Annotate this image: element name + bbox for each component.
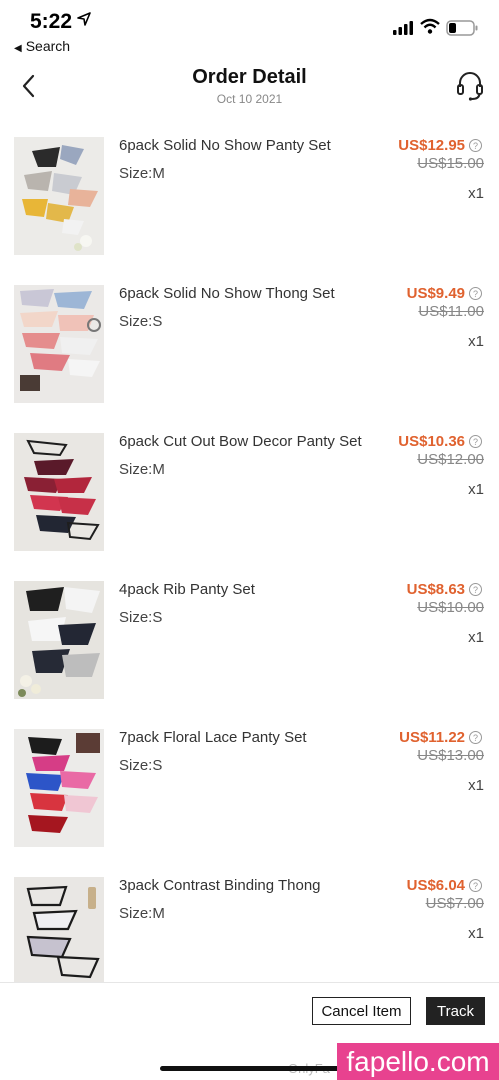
quantity: x1 xyxy=(468,925,484,942)
back-app-label: Search xyxy=(25,38,71,54)
product-name[interactable]: 3pack Contrast Binding Thong xyxy=(119,877,321,894)
location-arrow-icon xyxy=(77,12,91,26)
bottom-action-bar: Cancel Item Track OnlyFa fapello.com xyxy=(0,982,499,1080)
list-item[interactable]: 6pack Solid No Show Thong Set Size:S US$… xyxy=(0,285,499,433)
clock-time: 5:22 xyxy=(30,10,73,33)
list-item[interactable]: 6pack Solid No Show Panty Set Size:M US$… xyxy=(0,137,499,285)
price-line: US$9.49 ? xyxy=(407,285,482,302)
product-name[interactable]: 7pack Floral Lace Panty Set xyxy=(119,729,307,746)
original-price: US$7.00 xyxy=(425,895,484,912)
product-name[interactable]: 6pack Cut Out Bow Decor Panty Set xyxy=(119,433,362,450)
quantity: x1 xyxy=(468,777,484,794)
product-thumbnail[interactable] xyxy=(14,433,104,551)
price-info-icon[interactable]: ? xyxy=(469,731,482,744)
product-thumbnail[interactable] xyxy=(14,137,104,255)
product-name[interactable]: 4pack Rib Panty Set xyxy=(119,581,255,598)
price-line: US$10.36 ? xyxy=(398,433,482,450)
list-item[interactable]: 4pack Rib Panty Set Size:S US$8.63 ? US$… xyxy=(0,581,499,729)
quantity: x1 xyxy=(468,629,484,646)
back-triangle-icon: ◀ xyxy=(14,43,22,54)
original-price: US$15.00 xyxy=(417,155,484,172)
status-bar: 5:22 ◀ Search xyxy=(0,0,499,60)
product-size: Size:S xyxy=(119,313,163,330)
page-title: Order Detail xyxy=(192,66,307,88)
price-line: US$6.04 ? xyxy=(407,877,482,894)
sale-price: US$8.63 xyxy=(406,581,465,598)
quantity: x1 xyxy=(468,481,484,498)
list-item[interactable]: 7pack Floral Lace Panty Set Size:S US$11… xyxy=(0,729,499,877)
original-price: US$12.00 xyxy=(417,451,484,468)
quantity: x1 xyxy=(468,185,484,202)
original-price: US$10.00 xyxy=(417,599,484,616)
wifi-icon xyxy=(420,18,440,34)
product-size: Size:M xyxy=(119,165,165,182)
product-size: Size:M xyxy=(119,905,165,922)
list-item[interactable]: 6pack Cut Out Bow Decor Panty Set Size:M… xyxy=(0,433,499,581)
product-size: Size:M xyxy=(119,461,165,478)
product-thumbnail[interactable] xyxy=(14,729,104,847)
original-price: US$11.00 xyxy=(418,303,484,320)
sale-price: US$12.95 xyxy=(398,137,465,154)
price-line: US$8.63 ? xyxy=(407,581,482,598)
product-name[interactable]: 6pack Solid No Show Panty Set xyxy=(119,137,331,154)
price-info-icon[interactable]: ? xyxy=(469,139,482,152)
sale-price: US$6.04 xyxy=(406,877,465,894)
order-items-list: 6pack Solid No Show Panty Set Size:M US$… xyxy=(0,137,499,1025)
original-price: US$13.00 xyxy=(417,747,484,764)
price-info-icon[interactable]: ? xyxy=(469,287,482,300)
product-size: Size:S xyxy=(119,609,163,626)
quantity: x1 xyxy=(468,333,484,350)
price-line: US$11.22 ? xyxy=(399,729,482,746)
battery-icon xyxy=(446,20,478,36)
product-thumbnail[interactable] xyxy=(14,581,104,699)
sale-price: US$9.49 xyxy=(406,285,465,302)
product-size: Size:S xyxy=(119,757,163,774)
watermark-logo: fapello.com xyxy=(337,1043,499,1080)
price-info-icon[interactable]: ? xyxy=(469,879,482,892)
headset-support-icon[interactable] xyxy=(455,70,485,102)
product-thumbnail[interactable] xyxy=(14,877,104,995)
page-header: Order Detail Oct 10 2021 xyxy=(0,60,499,120)
price-info-icon[interactable]: ? xyxy=(469,583,482,596)
order-date: Oct 10 2021 xyxy=(216,92,283,106)
back-to-app-link[interactable]: ◀ Search xyxy=(14,38,70,54)
product-thumbnail[interactable] xyxy=(14,285,104,403)
home-indicator[interactable] xyxy=(160,1066,340,1071)
sale-price: US$10.36 xyxy=(398,433,465,450)
cellular-signal-icon xyxy=(393,21,413,35)
product-name[interactable]: 6pack Solid No Show Thong Set xyxy=(119,285,335,302)
price-info-icon[interactable]: ? xyxy=(469,435,482,448)
sale-price: US$11.22 xyxy=(399,729,465,746)
track-button[interactable]: Track xyxy=(426,997,485,1025)
price-line: US$12.95 ? xyxy=(398,137,482,154)
cancel-item-button[interactable]: Cancel Item xyxy=(312,997,411,1025)
